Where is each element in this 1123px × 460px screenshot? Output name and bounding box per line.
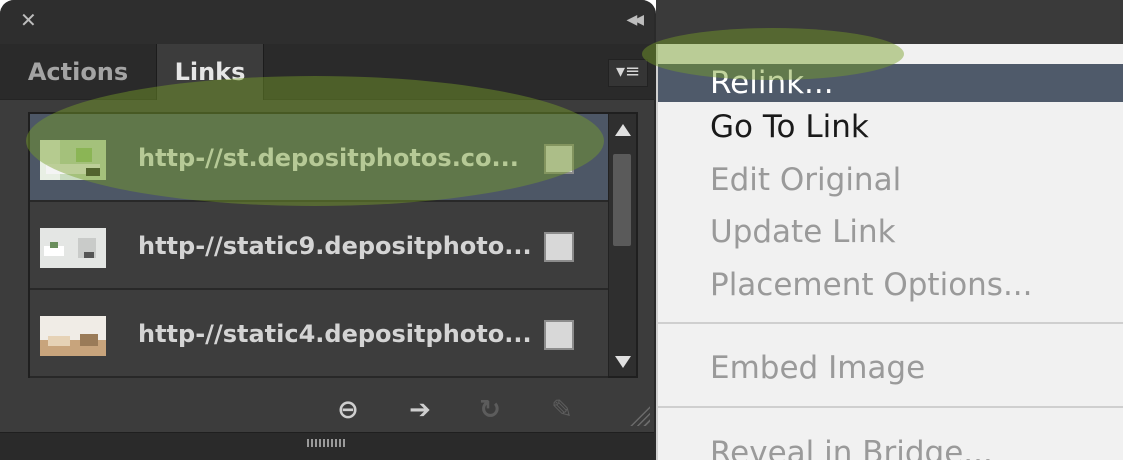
link-thumbnail (40, 316, 106, 356)
scroll-up-icon[interactable] (615, 124, 631, 136)
link-name: http-//static9.depositphoto... (138, 232, 532, 260)
link-row[interactable]: http-//static4.depositphoto... (30, 290, 608, 378)
link-name: http-//st.depositphotos.co... (138, 144, 519, 172)
panel-titlebar: ✕ ◀◀ (0, 0, 654, 44)
menu-item-relink[interactable]: Relink... (658, 64, 1123, 102)
panel-tabbar: Actions Links ▾≡ (0, 44, 654, 100)
collapse-panel-icon[interactable]: ◀◀ (626, 12, 643, 28)
go-to-link-icon[interactable]: ➔ (398, 392, 442, 428)
link-thumbnail (40, 140, 106, 180)
close-icon[interactable]: ✕ (20, 10, 37, 30)
links-scrollbar[interactable] (608, 114, 636, 376)
panel-context-menu: Relink... Go To Link Edit Original Updat… (656, 44, 1123, 460)
panel-bottom-strip (0, 432, 654, 460)
menu-separator (658, 406, 1123, 408)
menu-item-placement-options[interactable]: Placement Options... (658, 266, 1123, 304)
drag-grip-icon[interactable] (307, 439, 347, 447)
link-name: http-//static4.depositphoto... (138, 320, 532, 348)
panel-menu-button[interactable]: ▾≡ (608, 59, 648, 87)
update-link-icon[interactable]: ↻ (468, 392, 512, 428)
scroll-thumb[interactable] (613, 154, 631, 246)
resize-grip-icon[interactable] (628, 404, 650, 426)
link-row[interactable]: http-//static9.depositphoto... (30, 202, 608, 290)
tab-links[interactable]: Links (156, 44, 264, 100)
menu-item-go-to-link[interactable]: Go To Link (658, 108, 1123, 146)
tab-actions[interactable]: Actions (0, 44, 156, 100)
relink-icon[interactable]: ⊖ (326, 392, 370, 428)
menu-item-reveal-in-bridge[interactable]: Reveal in Bridge... (658, 434, 1123, 460)
link-status-icon (544, 232, 574, 262)
scroll-down-icon[interactable] (615, 356, 631, 368)
links-list: http-//st.depositphotos.co... http-//sta… (28, 112, 638, 378)
menu-separator (658, 322, 1123, 324)
link-row[interactable]: http-//st.depositphotos.co... (30, 114, 608, 202)
panel-menu-icon: ▾≡ (615, 61, 641, 82)
link-thumbnail (40, 228, 106, 268)
edit-original-icon[interactable]: ✎ (540, 392, 584, 428)
link-status-icon (544, 144, 574, 174)
menu-item-update-link[interactable]: Update Link (658, 213, 1123, 251)
menu-item-embed-image[interactable]: Embed Image (658, 349, 1123, 387)
menu-topbar (656, 0, 1123, 44)
menu-item-edit-original[interactable]: Edit Original (658, 161, 1123, 199)
link-status-icon (544, 320, 574, 350)
links-panel: ✕ ◀◀ Actions Links ▾≡ http-//st.depositp… (0, 0, 656, 460)
